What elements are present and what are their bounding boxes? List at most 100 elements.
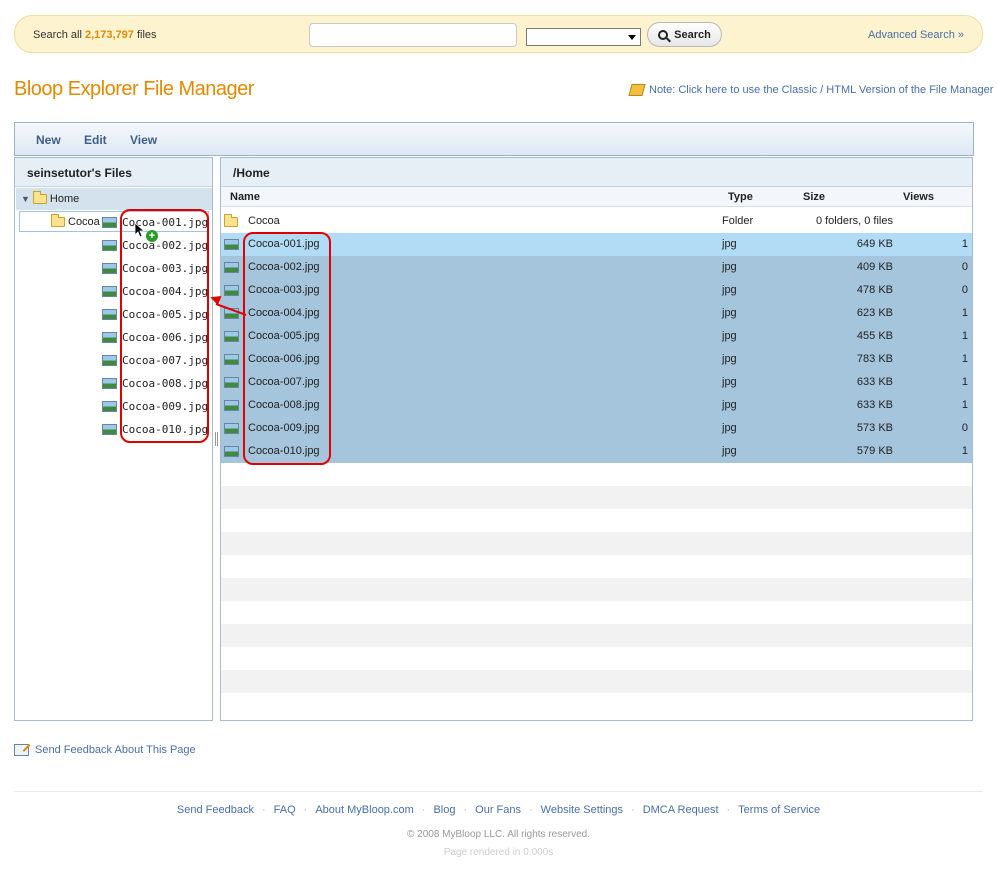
classic-version-note[interactable]: Note: Click here to use the Classic / HT…: [628, 84, 993, 96]
footer-link[interactable]: Our Fans: [475, 804, 521, 816]
row-size: 783 KB: [856, 353, 893, 365]
tree-file-label: Cocoa-003.jpg: [122, 261, 209, 275]
current-path: /Home: [221, 158, 972, 187]
advanced-search-link[interactable]: Advanced Search »: [868, 29, 964, 41]
row-type: jpg: [722, 353, 737, 365]
render-time: Page rendered in 0.000s: [443, 847, 554, 858]
file-row[interactable]: Cocoa-007.jpg jpg 633 KB 1: [221, 371, 972, 394]
row-type: jpg: [722, 330, 737, 342]
footer-link[interactable]: Send Feedback: [177, 804, 254, 816]
image-file-icon: [224, 423, 239, 434]
row-type: jpg: [722, 422, 737, 434]
row-type: jpg: [722, 445, 737, 457]
folder-tree-panel: seinsetutor's Files ▼ Home Cocoa Cocoa-0…: [14, 157, 213, 721]
image-file-icon: [102, 377, 117, 389]
row-size: 0 folders, 0 files: [815, 215, 893, 227]
footer-link[interactable]: Terms of Service: [738, 804, 820, 816]
file-listing-panel: /Home Name Type Size Views Cocoa Folder …: [220, 157, 973, 721]
tree-file-label: Cocoa-006.jpg: [122, 330, 209, 344]
tree-file-item[interactable]: Cocoa-008.jpg: [102, 373, 208, 393]
image-file-icon: [102, 400, 117, 412]
column-size[interactable]: Size: [803, 191, 825, 203]
tree-file-label: Cocoa-007.jpg: [122, 353, 209, 367]
row-name: Cocoa-004.jpg: [248, 307, 320, 319]
search-category-select[interactable]: [526, 28, 641, 46]
tree-file-label: Cocoa-005.jpg: [122, 307, 209, 321]
classic-version-link[interactable]: Note: Click here to use the Classic / HT…: [649, 84, 993, 96]
tree-file-label: Cocoa-009.jpg: [122, 399, 209, 413]
tree-file-item[interactable]: Cocoa-009.jpg: [102, 396, 208, 416]
file-row[interactable]: Cocoa-009.jpg jpg 573 KB 0: [221, 417, 972, 440]
image-file-icon: [224, 377, 239, 388]
empty-row: [221, 693, 972, 716]
tree-file-item[interactable]: Cocoa-007.jpg: [102, 350, 208, 370]
file-row[interactable]: Cocoa-006.jpg jpg 783 KB 1: [221, 348, 972, 371]
tree-file-label: Cocoa-002.jpg: [122, 238, 209, 252]
folder-row[interactable]: Cocoa Folder 0 folders, 0 files: [221, 210, 972, 233]
tree-file-item[interactable]: Cocoa-003.jpg: [102, 258, 208, 278]
menu-view[interactable]: View: [130, 133, 157, 147]
search-input[interactable]: [309, 23, 517, 47]
row-views: 1: [961, 399, 968, 411]
row-type: jpg: [722, 261, 737, 273]
folder-icon: [32, 191, 47, 204]
file-row[interactable]: Cocoa-001.jpg jpg 649 KB 1: [221, 233, 972, 256]
row-size: 455 KB: [856, 330, 893, 342]
expand-arrow-icon[interactable]: ▼: [21, 194, 30, 204]
image-file-icon: [102, 423, 117, 435]
row-type: jpg: [722, 238, 737, 250]
image-file-icon: [102, 331, 117, 343]
menu-new[interactable]: New: [36, 133, 61, 147]
note-icon: [628, 84, 646, 96]
row-size: 623 KB: [856, 307, 893, 319]
row-name: Cocoa-008.jpg: [248, 399, 320, 411]
feedback-link[interactable]: Send Feedback About This Page: [14, 744, 196, 756]
file-row[interactable]: Cocoa-003.jpg jpg 478 KB 0: [221, 279, 972, 302]
image-file-icon: [102, 354, 117, 366]
footer-separator: ·: [261, 804, 266, 816]
footer-link[interactable]: DMCA Request: [643, 804, 719, 816]
chevron-down-icon: [628, 35, 636, 40]
row-views: 1: [961, 445, 968, 457]
tree-file-item[interactable]: Cocoa-010.jpg: [102, 419, 208, 439]
file-row[interactable]: Cocoa-002.jpg jpg 409 KB 0: [221, 256, 972, 279]
search-button[interactable]: Search: [647, 22, 722, 47]
row-type: jpg: [722, 284, 737, 296]
column-name[interactable]: Name: [230, 191, 260, 203]
tree-file-label: Cocoa-004.jpg: [122, 284, 209, 298]
column-type[interactable]: Type: [728, 191, 753, 203]
tree-item-cocoa[interactable]: Cocoa: [51, 212, 100, 232]
page-title: Bloop Explorer File Manager: [14, 78, 254, 100]
image-file-icon: [224, 239, 239, 250]
cursor-icon: [135, 223, 145, 237]
image-file-icon: [102, 239, 117, 251]
feedback-label[interactable]: Send Feedback About This Page: [35, 744, 196, 756]
tree-item-home[interactable]: ▼ Home: [21, 189, 79, 209]
row-type: jpg: [722, 399, 737, 411]
tree-file-label: Cocoa-008.jpg: [122, 376, 209, 390]
footer-link[interactable]: Blog: [433, 804, 455, 816]
tree-file-item[interactable]: Cocoa-006.jpg: [102, 327, 208, 347]
image-file-icon: [102, 216, 117, 228]
menu-edit[interactable]: Edit: [84, 133, 107, 147]
splitter-grip[interactable]: [215, 432, 218, 446]
empty-row: [221, 463, 972, 486]
feedback-icon: [14, 744, 29, 756]
file-row[interactable]: Cocoa-005.jpg jpg 455 KB 1: [221, 325, 972, 348]
footer-link[interactable]: FAQ: [274, 804, 296, 816]
row-name: Cocoa-010.jpg: [248, 445, 320, 457]
footer-link[interactable]: About MyBloop.com: [315, 804, 413, 816]
tree-file-item-dragged[interactable]: Cocoa-001.jpg: [102, 212, 208, 232]
image-file-icon: [224, 354, 239, 365]
tree-item-label: Home: [49, 193, 80, 205]
search-icon: [658, 29, 669, 40]
column-views[interactable]: Views: [903, 191, 934, 203]
file-row[interactable]: Cocoa-010.jpg jpg 579 KB 1: [221, 440, 972, 463]
row-name: Cocoa-002.jpg: [248, 261, 320, 273]
empty-row: [221, 532, 972, 555]
footer-link[interactable]: Website Settings: [541, 804, 623, 816]
file-row[interactable]: Cocoa-004.jpg jpg 623 KB 1: [221, 302, 972, 325]
file-row[interactable]: Cocoa-008.jpg jpg 633 KB 1: [221, 394, 972, 417]
tree-file-item[interactable]: Cocoa-004.jpg: [102, 281, 208, 301]
tree-file-item[interactable]: Cocoa-005.jpg: [102, 304, 208, 324]
